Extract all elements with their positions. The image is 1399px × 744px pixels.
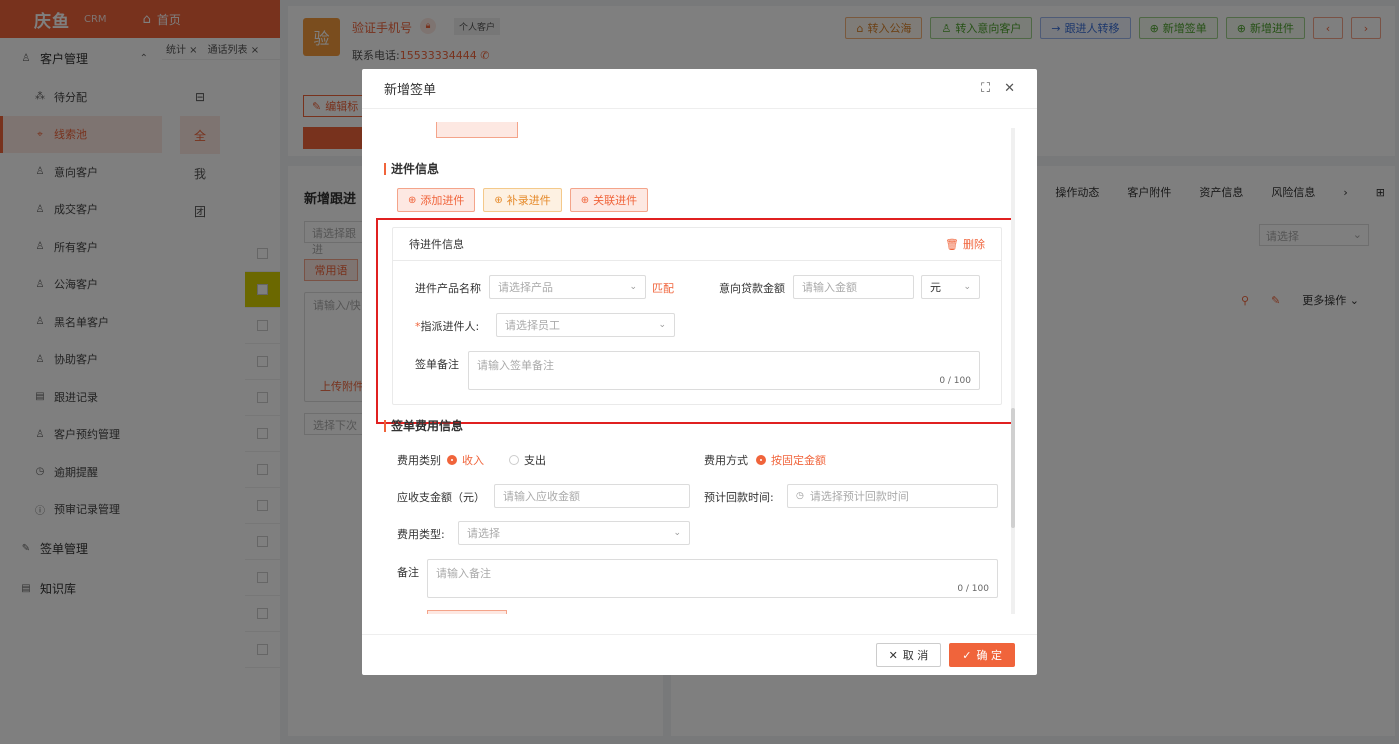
section-marker bbox=[384, 162, 386, 175]
assignee-select[interactable]: 请选择员工 ⌄ bbox=[496, 313, 675, 337]
section-label: 签单费用信息 bbox=[391, 419, 464, 433]
section-entry-title: 进件信息 bbox=[384, 160, 439, 177]
radio-label: 收入 bbox=[462, 454, 484, 467]
receivable-input[interactable]: 请输入应收金额 bbox=[494, 484, 690, 508]
plus-circle-icon: ⊕ bbox=[408, 194, 417, 206]
input-placeholder: 请输入应收金额 bbox=[503, 490, 580, 503]
char-count: 0 / 100 bbox=[939, 376, 971, 386]
dialog-header: 新增签单 ⛶ ✕ bbox=[362, 69, 1037, 109]
fee-method-fixed-radio[interactable]: 按固定金额 bbox=[756, 452, 826, 468]
note-textarea[interactable]: 请输入备注 0 / 100 bbox=[427, 559, 998, 598]
cut-off-row bbox=[396, 110, 518, 138]
fee-expense-radio[interactable]: 支出 bbox=[509, 452, 546, 468]
plus-circle-icon: ⊕ bbox=[494, 194, 503, 206]
dialog-controls: ⛶ ✕ bbox=[981, 81, 1015, 96]
dialog-footer: ✕ 取 消 ✓ 确 定 bbox=[362, 634, 1037, 675]
supplement-entry-button[interactable]: ⊕ 补录进件 bbox=[483, 188, 562, 212]
button-label: 添加进件 bbox=[420, 194, 465, 207]
close-icon[interactable]: ✕ bbox=[1004, 81, 1015, 96]
label-text: 指派进件人: bbox=[420, 320, 480, 333]
delete-label: 删除 bbox=[963, 238, 985, 251]
payback-date-picker[interactable]: ◷ 请选择预计回款时间 bbox=[787, 484, 998, 508]
textarea-placeholder: 请输入备注 bbox=[436, 567, 491, 580]
dialog-scrollbar[interactable] bbox=[1011, 128, 1015, 614]
payback-label: 预计回款时间: bbox=[704, 491, 774, 504]
product-label: 进件产品名称 bbox=[415, 282, 481, 295]
select-placeholder: 请选择产品 bbox=[498, 281, 553, 294]
fee-income-radio[interactable]: 收入 bbox=[447, 452, 484, 468]
input-placeholder: 请输入金额 bbox=[802, 281, 857, 294]
loan-label: 意向贷款金额 bbox=[719, 282, 785, 295]
cancel-button[interactable]: ✕ 取 消 bbox=[875, 643, 942, 667]
note-label: 备注 bbox=[397, 566, 419, 579]
chevron-down-icon: ⌄ bbox=[673, 528, 681, 538]
plus-circle-icon: ⊕ bbox=[580, 194, 590, 206]
trash-icon: 🗑︎ bbox=[945, 237, 959, 251]
cut-off-button[interactable] bbox=[427, 610, 507, 614]
link-entry-button[interactable]: ⊕ 关联进件 bbox=[569, 188, 649, 212]
delete-button[interactable]: 🗑︎ 删除 bbox=[945, 236, 985, 252]
select-placeholder: 请选择 bbox=[467, 527, 500, 540]
clock-icon: ◷ bbox=[796, 491, 804, 501]
close-icon: ✕ bbox=[888, 648, 898, 662]
section-label: 进件信息 bbox=[391, 162, 440, 176]
fullscreen-icon[interactable]: ⛶ bbox=[981, 81, 990, 96]
button-label: 关联进件 bbox=[593, 194, 638, 207]
select-value: 元 bbox=[930, 281, 941, 294]
scrollbar-thumb[interactable] bbox=[1011, 408, 1015, 528]
loan-amount-input[interactable]: 请输入金额 bbox=[793, 275, 914, 299]
entry-actions: ⊕ 添加进件 ⊕ 补录进件 ⊕ 关联进件 bbox=[397, 188, 649, 212]
add-entry-button[interactable]: ⊕ 添加进件 bbox=[397, 188, 476, 212]
radio-label: 支出 bbox=[524, 454, 546, 467]
button-label: 确 定 bbox=[976, 649, 1003, 662]
assignee-label: *指派进件人: bbox=[415, 320, 480, 333]
radio-label: 按固定金额 bbox=[771, 454, 826, 467]
new-sign-dialog: 新增签单 ⛶ ✕ 进件信息 ⊕ 添加进件 ⊕ 补录进件 ⊕ 关联进件 待进件信息 🗑︎… bbox=[362, 69, 1037, 675]
button-label: 补录进件 bbox=[506, 194, 551, 207]
textarea-placeholder: 请输入签单备注 bbox=[477, 359, 554, 372]
chevron-down-icon: ⌄ bbox=[658, 320, 666, 330]
cut-off-button[interactable] bbox=[436, 122, 518, 138]
radio-dot bbox=[756, 455, 766, 465]
dialog-body: 进件信息 ⊕ 添加进件 ⊕ 补录进件 ⊕ 关联进件 待进件信息 🗑︎ 删除 进件产品名称… bbox=[362, 110, 1037, 634]
card-title: 待进件信息 bbox=[409, 238, 464, 251]
section-marker bbox=[384, 419, 386, 432]
card-header: 待进件信息 🗑︎ 删除 bbox=[393, 228, 1001, 261]
chevron-down-icon: ⌄ bbox=[629, 282, 637, 292]
dialog-title: 新增签单 bbox=[384, 83, 437, 98]
radio-dot bbox=[447, 455, 457, 465]
char-count: 0 / 100 bbox=[957, 584, 989, 594]
fee-type-label: 费用类型: bbox=[397, 528, 445, 541]
section-fee-title: 签单费用信息 bbox=[384, 417, 463, 434]
chevron-down-icon: ⌄ bbox=[963, 282, 971, 292]
confirm-button[interactable]: ✓ 确 定 bbox=[949, 643, 1015, 667]
input-placeholder: 请选择预计回款时间 bbox=[809, 490, 909, 503]
fee-type-select[interactable]: 请选择 ⌄ bbox=[458, 521, 690, 545]
product-select[interactable]: 请选择产品 ⌄ bbox=[489, 275, 646, 299]
receivable-label: 应收支金额（元） bbox=[397, 491, 485, 504]
remark-textarea[interactable]: 请输入签单备注 0 / 100 bbox=[468, 351, 980, 390]
select-placeholder: 请选择员工 bbox=[505, 319, 560, 332]
check-icon: ✓ bbox=[962, 648, 972, 662]
match-link[interactable]: 匹配 bbox=[652, 280, 674, 296]
radio-dot bbox=[509, 455, 519, 465]
remark-label: 签单备注 bbox=[415, 358, 459, 371]
button-label: 取 消 bbox=[902, 649, 929, 662]
unit-select[interactable]: 元 ⌄ bbox=[921, 275, 980, 299]
pending-entry-card: 待进件信息 🗑︎ 删除 进件产品名称 请选择产品 ⌄ 匹配 意向贷款金额 请输入金额… bbox=[392, 227, 1002, 405]
fee-method-label: 费用方式 bbox=[704, 454, 748, 467]
fee-category-label: 费用类别 bbox=[397, 454, 441, 467]
